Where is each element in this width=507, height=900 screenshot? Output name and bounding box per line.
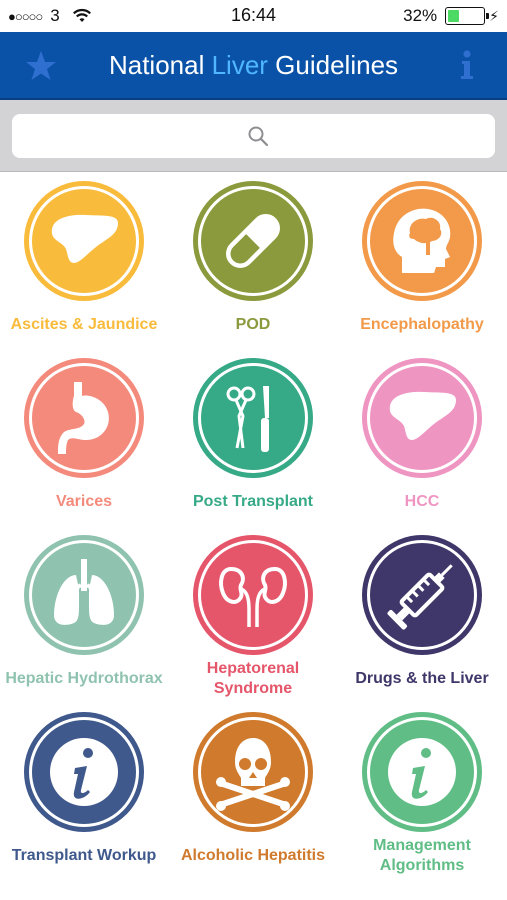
tile-label: Varices <box>55 493 113 510</box>
tile-label: Management Algorithms <box>373 837 471 874</box>
tile-drugs-and-the-liver[interactable]: Drugs & the Liver <box>338 535 506 701</box>
tile-label: Alcoholic Hepatitis <box>180 847 326 864</box>
battery-fill <box>448 10 460 22</box>
battery-icon <box>445 7 490 25</box>
tile-alcoholic-hepatitis[interactable]: Alcoholic Hepatitis <box>169 712 337 878</box>
tile-post-transplant[interactable]: Post Transplant <box>169 358 337 524</box>
tile-hepatorenal-syndrome[interactable]: Hepatorenal Syndrome <box>169 535 337 701</box>
page-title: National Liver Guidelines <box>0 50 507 81</box>
title-text-after: Guidelines <box>267 50 399 80</box>
info-icon <box>388 738 456 806</box>
tile-label: HCC <box>404 493 440 510</box>
tile-hepatic-hydrothorax[interactable]: Hepatic Hydrothorax <box>0 535 168 701</box>
head-brain-icon <box>393 208 451 273</box>
stomach-icon <box>58 382 109 454</box>
tile-circle <box>362 712 482 832</box>
tile-circle <box>362 535 482 655</box>
tile-circle <box>193 535 313 655</box>
tile-circle <box>24 535 144 655</box>
tile-circle <box>193 712 313 832</box>
tile-hcc[interactable]: HCC <box>338 358 506 524</box>
tile-label: Transplant Workup <box>11 847 157 864</box>
skull-crossbones-icon <box>216 738 290 811</box>
status-bar: ●○○○○ 3 16:44 32% ⚡ <box>0 0 507 32</box>
tile-circle <box>362 358 482 478</box>
pill-icon <box>226 214 280 268</box>
tile-label: Encephalopathy <box>360 316 484 333</box>
tile-transplant-workup[interactable]: Transplant Workup <box>0 712 168 878</box>
tile-management-algorithms[interactable]: Management Algorithms <box>338 712 506 878</box>
charging-bolt-icon: ⚡ <box>489 7 499 24</box>
tile-pod[interactable]: POD <box>169 181 337 347</box>
kidneys-icon <box>219 566 287 627</box>
syringe-icon <box>387 564 453 630</box>
battery-nub <box>486 13 490 19</box>
tile-label: Post Transplant <box>192 493 314 510</box>
tile-varices[interactable]: Varices <box>0 358 168 524</box>
tile-label: Hepatorenal Syndrome <box>206 660 300 697</box>
liver-icon <box>51 214 119 263</box>
tile-label: Drugs & the Liver <box>355 670 489 687</box>
battery-percent: 32% <box>403 6 438 25</box>
tile-ascites-jaundice[interactable]: Ascites & Jaundice <box>0 181 168 347</box>
tile-label: POD <box>235 316 271 333</box>
title-text-before: National <box>108 50 212 80</box>
search-input[interactable] <box>12 114 495 158</box>
topic-grid: Ascites & Jaundice POD Encephalopathy Va… <box>0 173 507 900</box>
info-icon <box>50 738 118 806</box>
tile-encephalopathy[interactable]: Encephalopathy <box>338 181 506 347</box>
tile-circle <box>24 712 144 832</box>
tile-circle <box>362 181 482 301</box>
tile-circle <box>24 358 144 478</box>
nav-bar: National Liver Guidelines <box>0 32 507 100</box>
lungs-icon <box>54 559 114 625</box>
tile-label: Hepatic Hydrothorax <box>5 670 163 687</box>
tile-circle <box>24 181 144 301</box>
search-icon <box>247 125 269 147</box>
tile-circle <box>193 181 313 301</box>
info-icon[interactable] <box>457 48 477 84</box>
surgical-tools-icon <box>226 386 269 452</box>
title-text-accent: Liver <box>211 50 268 80</box>
liver-icon <box>389 391 456 440</box>
search-area <box>0 100 507 172</box>
status-right: 32% ⚡ <box>403 6 499 26</box>
tile-label: Ascites & Jaundice <box>10 316 158 333</box>
tile-circle <box>193 358 313 478</box>
